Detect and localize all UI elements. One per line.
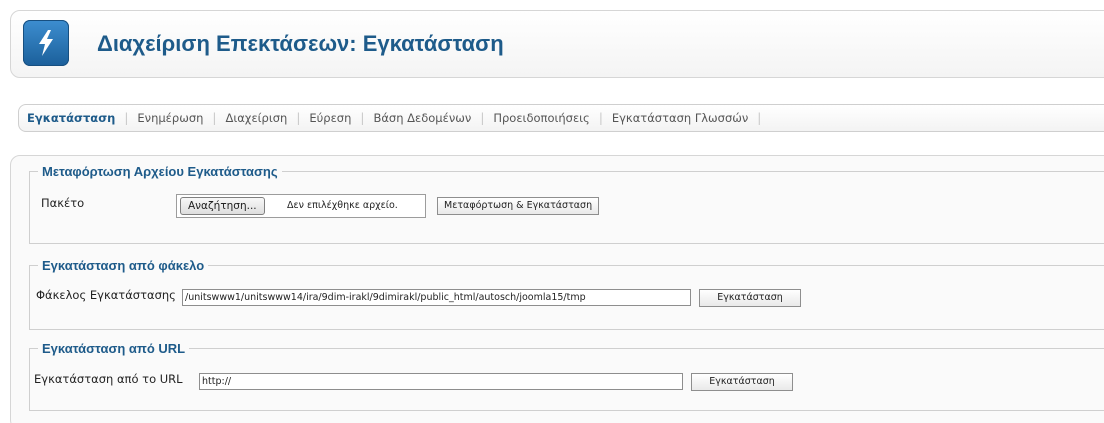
- install-url-input[interactable]: [199, 373, 683, 390]
- file-status-text: Δεν επιλέχθηκε αρχείο.: [287, 200, 398, 211]
- content-panel: Μεταφόρτωση Αρχείου Εγκατάστασης Πακέτο …: [10, 155, 1104, 423]
- tab-separator: |: [124, 111, 129, 125]
- install-folder-label: Φάκελος Εγκατάστασης: [36, 288, 176, 302]
- tab-update[interactable]: Ενημέρωση: [137, 111, 203, 125]
- package-label: Πακέτο: [41, 196, 85, 210]
- tab-discover[interactable]: Εύρεση: [309, 111, 351, 125]
- install-from-url-fieldset: Εγκατάσταση από URL Εγκατάσταση από το U…: [29, 341, 1104, 411]
- upload-install-button[interactable]: Μεταφόρτωση & Εγκατάσταση: [437, 197, 600, 215]
- install-from-url-legend: Εγκατάσταση από URL: [42, 341, 186, 356]
- lightning-bolt-icon: [23, 20, 69, 66]
- install-from-folder-button[interactable]: Εγκατάσταση: [699, 289, 801, 307]
- tab-separator: |: [757, 111, 762, 125]
- tab-warnings[interactable]: Προειδοποιήσεις: [493, 111, 589, 125]
- install-url-label: Εγκατάσταση από το URL: [34, 372, 183, 386]
- tab-separator: |: [360, 111, 365, 125]
- tab-separator: |: [212, 111, 217, 125]
- install-from-folder-legend: Εγκατάσταση από φάκελο: [42, 258, 205, 273]
- tab-install-languages[interactable]: Εγκατάσταση Γλωσσών: [612, 111, 748, 125]
- extension-manager-page: Διαχείριση Επεκτάσεων: Εγκατάσταση Εγκατ…: [0, 0, 1104, 423]
- tab-database[interactable]: Βάση Δεδομένων: [373, 111, 471, 125]
- upload-package-fieldset: Μεταφόρτωση Αρχείου Εγκατάστασης Πακέτο …: [29, 164, 1104, 244]
- upload-package-legend: Μεταφόρτωση Αρχείου Εγκατάστασης: [42, 164, 278, 179]
- tab-manage[interactable]: Διαχείριση: [225, 111, 287, 125]
- page-header: Διαχείριση Επεκτάσεων: Εγκατάσταση: [10, 10, 1104, 78]
- browse-button[interactable]: Αναζήτηση...: [180, 197, 265, 215]
- install-from-url-button[interactable]: Εγκατάσταση: [691, 373, 793, 391]
- package-file-input[interactable]: Αναζήτηση... Δεν επιλέχθηκε αρχείο.: [176, 194, 426, 218]
- tab-separator: |: [296, 111, 301, 125]
- tab-bar: Εγκατάσταση | Ενημέρωση | Διαχείριση | Ε…: [18, 104, 1104, 132]
- install-folder-input[interactable]: [182, 289, 691, 306]
- tab-separator: |: [598, 111, 603, 125]
- tab-separator: |: [480, 111, 485, 125]
- tab-install[interactable]: Εγκατάσταση: [27, 111, 115, 125]
- page-title: Διαχείριση Επεκτάσεων: Εγκατάσταση: [97, 31, 504, 56]
- install-from-folder-fieldset: Εγκατάσταση από φάκελο Φάκελος Εγκατάστα…: [29, 258, 1104, 330]
